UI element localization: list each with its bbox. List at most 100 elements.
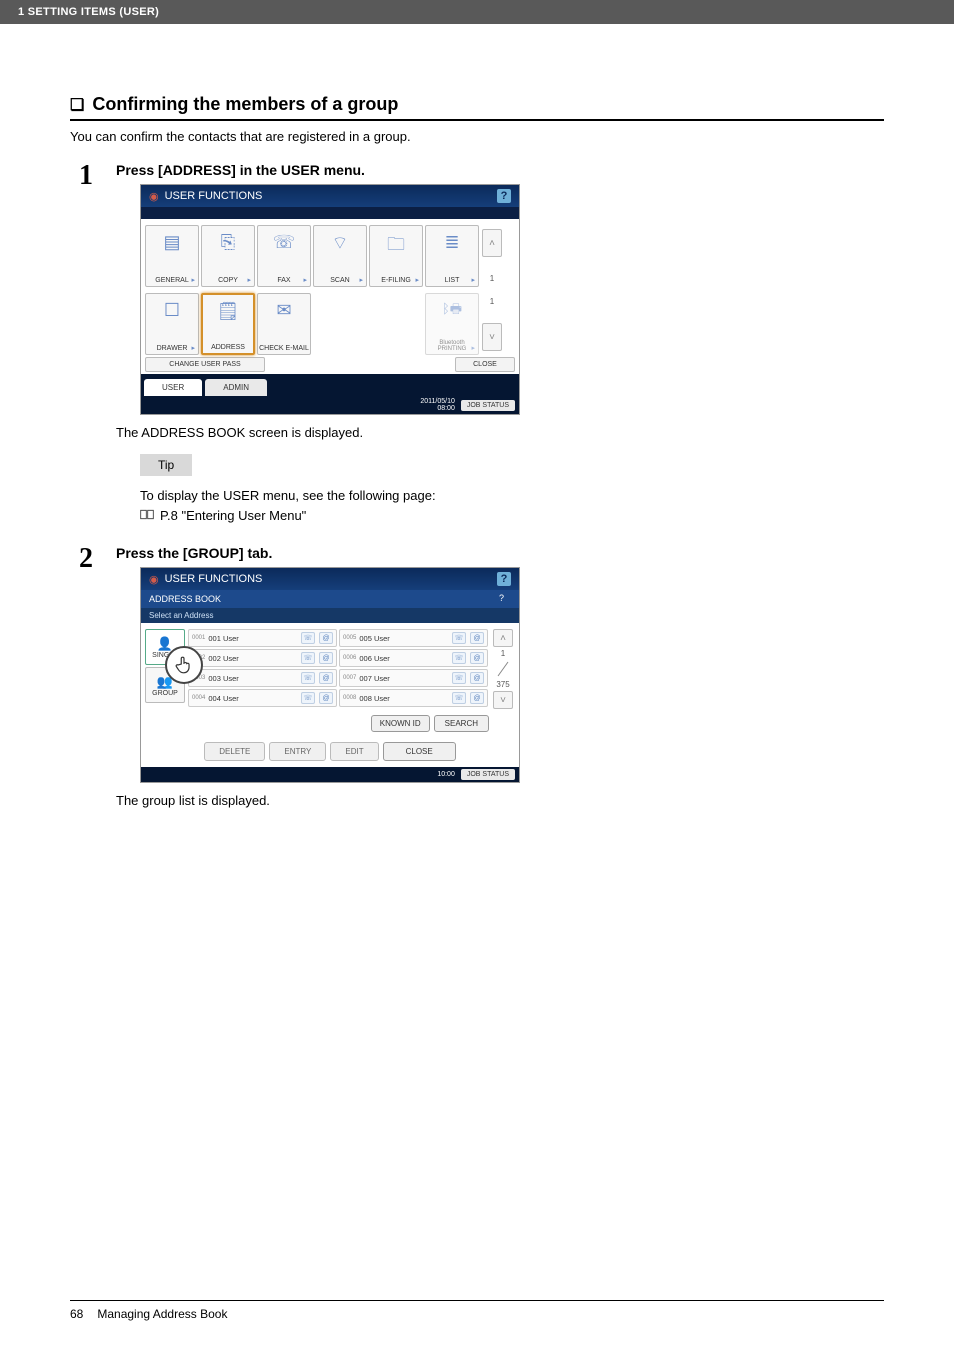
email-icon[interactable]: @ [319,632,333,644]
address-columns: 0001001 User☏@ 0002002 User☏@ 0003003 Us… [188,629,488,709]
close-button[interactable]: CLOSE [383,742,456,761]
email-icon[interactable]: @ [319,672,333,684]
pager-slash-icon [496,660,510,678]
tile-scan[interactable]: ⌔ SCAN ▸ [313,225,367,287]
tile-check-email[interactable]: ✉ CHECK E-MAIL [257,293,311,355]
step-1-title: Press [ADDRESS] in the USER menu. [116,162,884,178]
delete-button[interactable]: DELETE [204,742,265,761]
address-book-body: 👤 SINGLE 👥 GROUP 0001001 User☏@ 0002002 … [141,623,519,713]
tile-address[interactable]: 🗒 ADDRESS [201,293,255,355]
address-row[interactable]: 0002002 User☏@ [188,649,337,667]
list-icon: ≣ [444,232,459,253]
address-row[interactable]: 0007007 User☏@ [339,669,488,687]
bluetooth-icon: ᛒ🖶 [442,300,462,322]
help-icon[interactable]: ? [497,572,511,586]
heading-bullet: ❏ [70,95,84,115]
chevron-down-icon: ▸ [303,276,307,284]
tip-reference: P.8 "Entering User Menu" [140,506,884,526]
email-icon[interactable]: @ [319,692,333,704]
help-icon[interactable]: ? [497,189,511,203]
page-content: ❏ Confirming the members of a group You … [0,94,954,822]
chevron-down-icon: ▸ [471,344,475,352]
edit-button[interactable]: EDIT [330,742,378,761]
tab-user[interactable]: USER [144,379,202,396]
pager-row1: ˄ 1 [481,225,503,287]
step-1-caption: The ADDRESS BOOK screen is displayed. [116,425,884,440]
step-2: 2 Press the [GROUP] tab. ◉ USER FUNCTION… [70,545,884,822]
fax-icon[interactable]: ☏ [301,632,315,644]
page-footer: 68 Managing Address Book [70,1300,884,1321]
tile-drawer[interactable]: ☐ DRAWER ▸ [145,293,199,355]
tile-row-1: ▤ GENERAL ▸ ⎘ COPY ▸ ☏ FAX ▸ [141,219,519,287]
email-icon[interactable]: @ [470,632,484,644]
fax-icon[interactable]: ☏ [452,652,466,664]
email-icon[interactable]: @ [319,652,333,664]
pager-row2: 1 ˅ [481,293,503,355]
entry-button[interactable]: ENTRY [269,742,326,761]
step-2-number: 2 [70,545,102,822]
panel-subbar [141,207,519,219]
pager-up[interactable]: ˄ [482,229,502,257]
tile-row-2: ☐ DRAWER ▸ 🗒 ADDRESS ✉ CHECK E-MAIL [141,287,519,355]
address-row[interactable]: 0003003 User☏@ [188,669,337,687]
fax-icon[interactable]: ☏ [452,672,466,684]
page-number: 68 [70,1307,83,1321]
scan-icon: ⌔ [332,232,349,255]
step-1: 1 Press [ADDRESS] in the USER menu. ◉ US… [70,162,884,525]
address-row[interactable]: 0001001 User☏@ [188,629,337,647]
change-user-password-button[interactable]: CHANGE USER PASS [145,357,265,372]
email-icon[interactable]: @ [470,692,484,704]
address-row[interactable]: 0006006 User☏@ [339,649,488,667]
address-row[interactable]: 0004004 User☏@ [188,689,337,707]
address-actions: DELETE ENTRY EDIT CLOSE [141,736,519,767]
tile-copy[interactable]: ⎘ COPY ▸ [201,225,255,287]
address-book-panel: ◉ USER FUNCTIONS ? ADDRESS BOOK ? Select… [140,567,520,783]
search-button[interactable]: SEARCH [434,715,489,732]
address-col-right: 0005005 User☏@ 0006006 User☏@ 0007007 Us… [339,629,488,709]
pager-down[interactable]: ˅ [482,323,502,351]
side-tab-group[interactable]: 👥 GROUP [145,667,185,703]
known-id-button[interactable]: KNOWN ID [371,715,430,732]
email-icon[interactable]: @ [470,672,484,684]
tile-general[interactable]: ▤ GENERAL ▸ [145,225,199,287]
section-heading: ❏ Confirming the members of a group [70,94,884,121]
select-address-label: Select an Address [141,608,519,623]
fax-icon[interactable]: ☏ [301,652,315,664]
tile-bluetooth-printing: ᛒ🖶 Bluetooth PRINTING ▸ [425,293,479,355]
chevron-down-icon: ▸ [471,276,475,284]
address-row[interactable]: 0005005 User☏@ [339,629,488,647]
tab-admin[interactable]: ADMIN [205,379,267,396]
fax-icon[interactable]: ☏ [452,632,466,644]
job-status-button[interactable]: JOB STATUS [461,400,515,411]
address-book-subtitle: ADDRESS BOOK ? [141,590,519,608]
close-button[interactable]: CLOSE [455,357,515,372]
address-col-left: 0001001 User☏@ 0002002 User☏@ 0003003 Us… [188,629,337,709]
status-time: 10:00 [437,771,455,778]
tile-list[interactable]: ≣ LIST ▸ [425,225,479,287]
pager-down[interactable]: ˅ [493,691,513,709]
job-status-button[interactable]: JOB STATUS [461,769,515,780]
page-top: 1 [501,649,505,658]
panel-titlebar: ◉ USER FUNCTIONS ? [141,185,519,207]
chevron-down-icon: ▸ [247,276,251,284]
panel2-title: USER FUNCTIONS [165,573,263,585]
side-tabs: 👤 SINGLE 👥 GROUP [145,629,185,709]
bottom-tabs: USER ADMIN [141,374,519,396]
tile-efiling[interactable]: 🗀 E-FILING ▸ [369,225,423,287]
tile-fax[interactable]: ☏ FAX ▸ [257,225,311,287]
change-password-row: CHANGE USER PASS CLOSE [141,355,519,374]
step-1-number: 1 [70,162,102,525]
page-bottom: 375 [496,680,509,689]
fax-icon[interactable]: ☏ [452,692,466,704]
side-tab-single[interactable]: 👤 SINGLE [145,629,185,665]
help-icon[interactable]: ? [499,593,511,605]
address-row[interactable]: 0008008 User☏@ [339,689,488,707]
drawer-icon: ☐ [164,300,180,321]
pager-up[interactable]: ˄ [493,629,513,647]
running-header-text: 1 SETTING ITEMS (USER) [18,6,159,18]
footer-section: Managing Address Book [97,1307,227,1321]
general-icon: ▤ [163,232,180,253]
fax-icon[interactable]: ☏ [301,672,315,684]
email-icon[interactable]: @ [470,652,484,664]
fax-icon[interactable]: ☏ [301,692,315,704]
